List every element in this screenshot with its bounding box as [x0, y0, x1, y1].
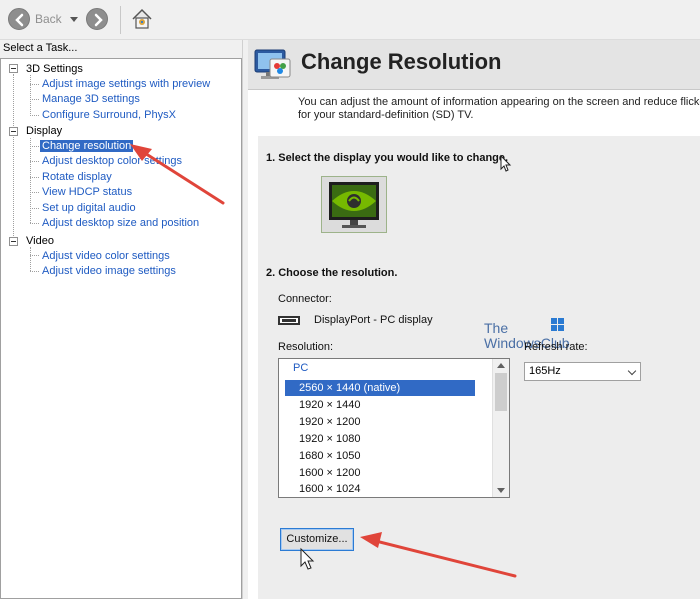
resolution-listbox[interactable]: PC 2560 × 1440 (native) 1920 × 1440 1920…	[278, 358, 510, 498]
resolution-option[interactable]: 1920 × 1440	[285, 397, 475, 413]
page-title: Change Resolution	[301, 49, 502, 74]
resolution-option[interactable]: 1680 × 1050	[285, 448, 475, 464]
resolution-label: Resolution:	[278, 341, 334, 353]
scroll-up-icon[interactable]	[497, 363, 505, 368]
tree-group-display[interactable]: Display	[26, 125, 62, 137]
description-line: You can adjust the amount of information…	[298, 96, 700, 108]
connector-value: DisplayPort - PC display	[314, 314, 433, 326]
task-rotate-display[interactable]: Rotate display	[42, 171, 112, 183]
task-adjust-video-image[interactable]: Adjust video image settings	[42, 265, 176, 277]
toolbar-separator	[120, 6, 121, 34]
collapse-display-icon[interactable]	[9, 127, 18, 136]
watermark-logo-icon	[551, 318, 564, 331]
displayport-icon	[278, 316, 300, 325]
forward-arrow-icon[interactable]	[86, 8, 108, 30]
task-manage-3d-settings[interactable]: Manage 3D settings	[42, 93, 140, 105]
chevron-down-icon	[627, 366, 637, 376]
description-line: for your standard-definition (SD) TV.	[298, 109, 474, 121]
customize-button[interactable]: Customize...	[280, 528, 354, 551]
step-select-display: 1. Select the display you would like to …	[266, 152, 509, 164]
home-icon[interactable]	[130, 7, 154, 34]
collapse-3d-settings-icon[interactable]	[9, 64, 18, 73]
listbox-scrollbar[interactable]	[492, 359, 509, 497]
task-adjust-desktop-color[interactable]: Adjust desktop color settings	[42, 155, 182, 167]
task-adjust-desktop-size[interactable]: Adjust desktop size and position	[42, 217, 199, 229]
content-area: Change Resolution You can adjust the amo…	[248, 40, 700, 599]
resolution-option[interactable]: 1600 × 1024	[285, 481, 475, 495]
task-tree: 3D Settings Adjust image settings with p…	[0, 58, 242, 599]
scroll-down-icon[interactable]	[497, 488, 505, 493]
refresh-rate-select[interactable]: 165Hz	[524, 362, 641, 381]
history-dropdown-icon[interactable]	[70, 17, 78, 22]
connector-label: Connector:	[278, 293, 332, 305]
resolution-option[interactable]: 1920 × 1080	[285, 431, 475, 447]
resolution-option[interactable]: 1920 × 1200	[285, 414, 475, 430]
resolution-option[interactable]: 1600 × 1200	[285, 465, 475, 481]
refresh-rate-value: 165Hz	[529, 365, 561, 377]
back-arrow-icon[interactable]	[8, 8, 30, 30]
page-banner: Change Resolution	[248, 40, 700, 90]
nvidia-display-icon	[329, 182, 379, 228]
tree-group-video[interactable]: Video	[26, 235, 54, 247]
collapse-video-icon[interactable]	[9, 237, 18, 246]
task-view-hdcp-status[interactable]: View HDCP status	[42, 186, 132, 198]
refresh-rate-label: Refresh rate:	[524, 341, 588, 353]
display-monitor-tile[interactable]	[321, 176, 387, 233]
toolbar: Back	[0, 0, 700, 40]
task-adjust-video-color[interactable]: Adjust video color settings	[42, 250, 170, 262]
task-panel-header: Select a Task...	[0, 40, 242, 58]
task-configure-surround-physx[interactable]: Configure Surround, PhysX	[42, 109, 176, 121]
task-set-up-digital-audio[interactable]: Set up digital audio	[42, 202, 136, 214]
resolution-option[interactable]: 2560 × 1440 (native)	[285, 380, 475, 396]
scroll-thumb[interactable]	[495, 373, 507, 411]
settings-panel: 1. Select the display you would like to …	[258, 136, 700, 599]
page-description: You can adjust the amount of information…	[298, 96, 700, 122]
task-change-resolution[interactable]: Change resolution	[40, 140, 134, 152]
resolution-group-label: PC	[293, 362, 309, 374]
task-adjust-image-settings[interactable]: Adjust image settings with preview	[42, 78, 210, 90]
tree-group-3d-settings[interactable]: 3D Settings	[26, 63, 83, 75]
display-settings-icon	[254, 47, 294, 88]
back-button-label[interactable]: Back	[35, 12, 62, 26]
step-choose-resolution: 2. Choose the resolution.	[266, 267, 398, 279]
